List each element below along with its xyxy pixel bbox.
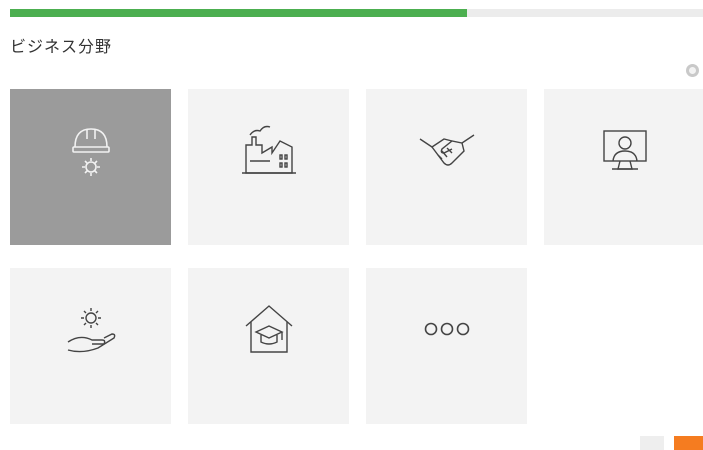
monitor-person-icon — [602, 130, 647, 170]
factory-icon — [241, 125, 296, 174]
page-title: ビジネス分野 — [10, 37, 113, 56]
card-manufacturing[interactable] — [188, 89, 349, 245]
hardhat-gear-icon — [71, 128, 110, 176]
back-button[interactable] — [640, 436, 664, 450]
more-dots-icon — [424, 322, 469, 336]
card-other[interactable] — [366, 268, 527, 424]
card-service[interactable] — [10, 268, 171, 424]
house-graduation-cap-icon — [245, 305, 292, 353]
card-construction[interactable] — [10, 89, 171, 245]
hand-gear-icon — [67, 308, 115, 353]
handshake-icon — [419, 134, 474, 166]
progress-fill — [10, 9, 468, 17]
card-education[interactable] — [188, 268, 349, 424]
card-office[interactable] — [544, 89, 703, 245]
card-sales[interactable] — [366, 89, 527, 245]
help-icon[interactable] — [686, 64, 699, 77]
next-button[interactable] — [674, 436, 703, 450]
progress-bar — [10, 9, 703, 17]
